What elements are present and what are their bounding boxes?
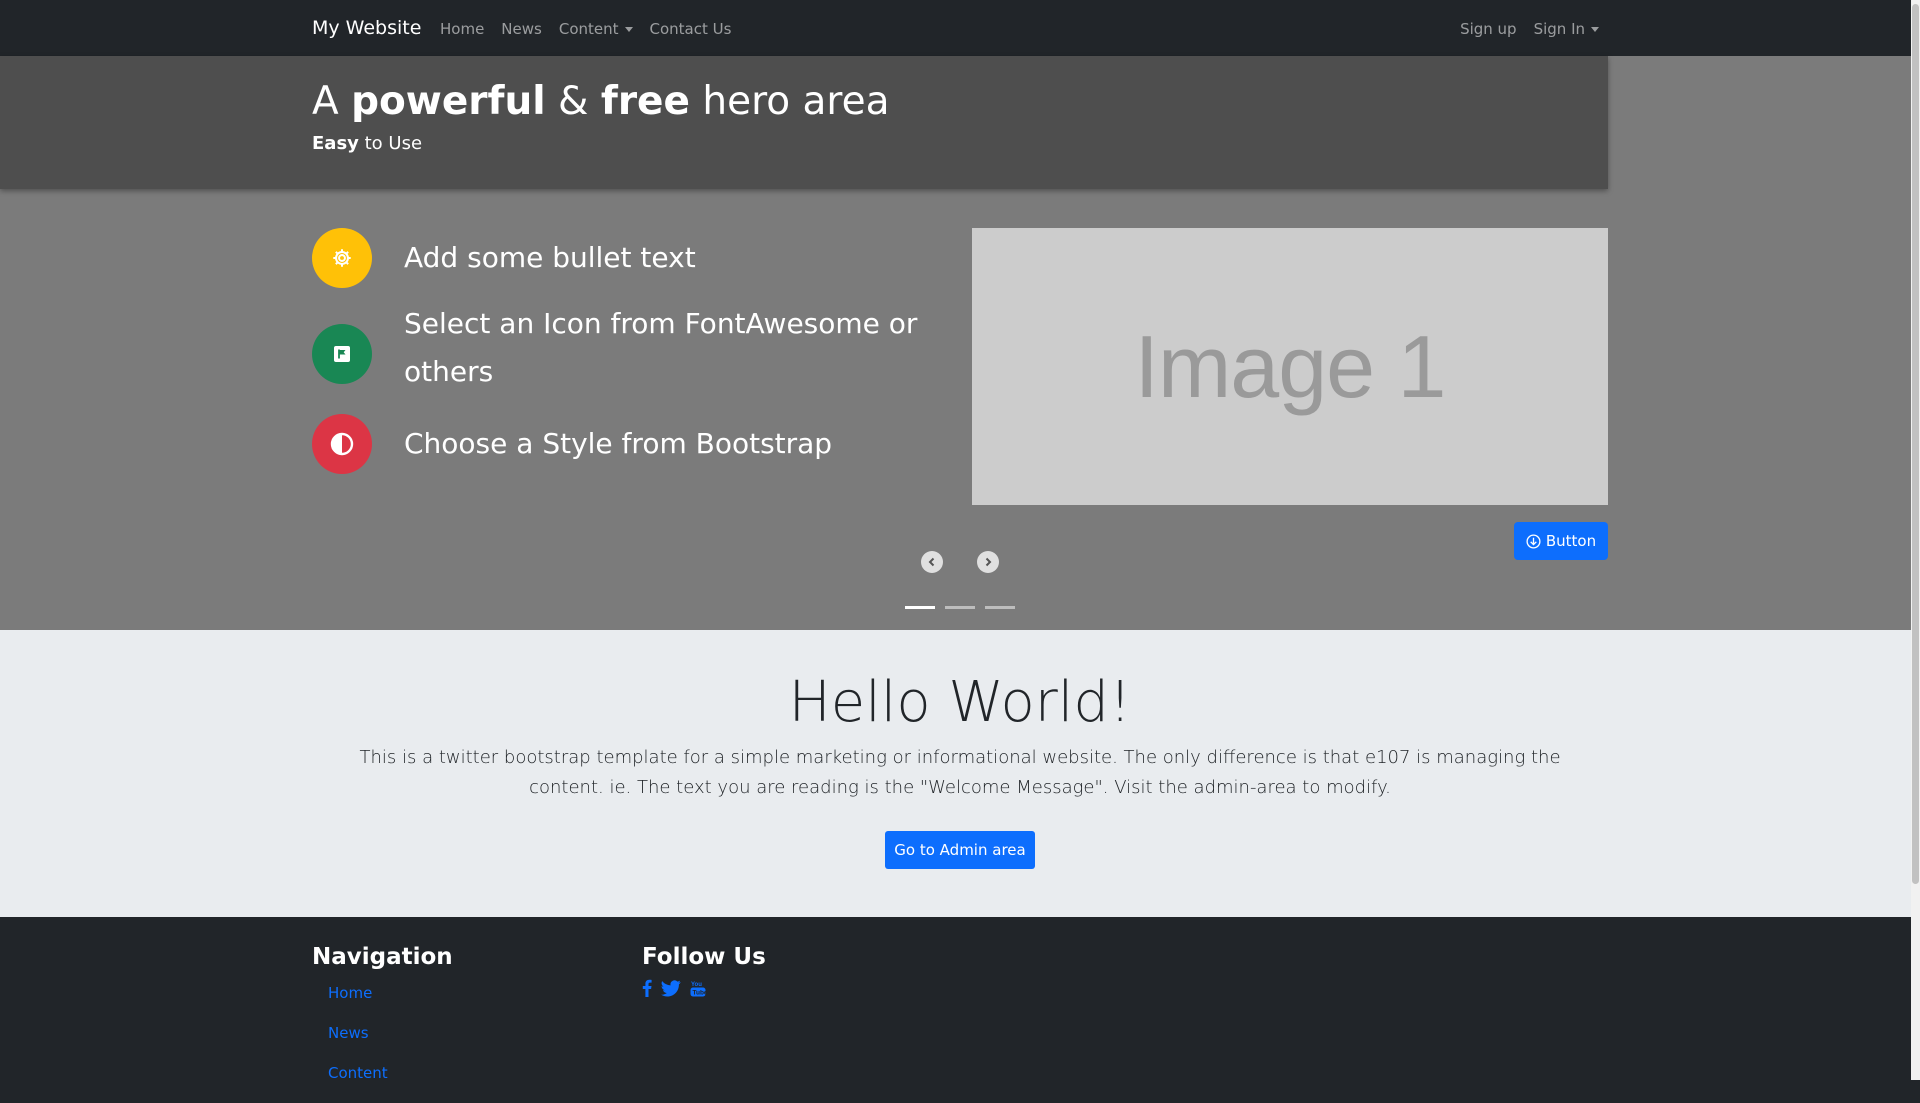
hero-title: A powerful & free hero area (312, 78, 890, 126)
download-circle-icon (1526, 533, 1541, 549)
carousel-indicator-2[interactable] (945, 606, 975, 609)
chevron-left-icon (928, 557, 935, 567)
caret-down-icon (1591, 26, 1599, 32)
bullet-item: Choose a Style from Bootstrap (312, 414, 932, 474)
carousel-slide-image: Image 1 (972, 228, 1608, 505)
nav-home[interactable]: Home (440, 18, 484, 40)
hero-subtitle: Easy to Use (312, 132, 422, 156)
hero-title-bold-powerful: powerful (351, 79, 546, 124)
chevron-right-icon (985, 557, 992, 567)
bullet-item: Select an Icon from FontAwesome or other… (312, 307, 932, 408)
go-to-admin-button[interactable]: Go to Admin area (885, 831, 1035, 869)
social-links: You Tube (642, 979, 766, 997)
facebook-icon[interactable] (642, 979, 652, 997)
welcome-heading: Hello World! (788, 670, 1132, 735)
footer-follow: Follow Us You Tube (642, 941, 766, 997)
footer-nav-heading: Navigation (312, 944, 453, 970)
footer: Navigation Home News Content Follow Us Y… (0, 917, 1911, 1082)
footer-navigation: Navigation Home News Content (312, 941, 453, 1103)
hero-title-prefix: A (312, 79, 339, 124)
carousel-indicators (905, 606, 1015, 609)
hero-title-bold-free: free (600, 79, 690, 124)
bullet-item: Add some bullet text (312, 228, 932, 288)
flag-icon (312, 324, 372, 384)
scrollbar-thumb[interactable] (1912, 4, 1919, 884)
footer-link-content[interactable]: Content (328, 1063, 453, 1083)
nav-sign-up[interactable]: Sign up (1460, 18, 1517, 40)
nav-sign-in-dropdown[interactable]: Sign In (1534, 18, 1599, 40)
hero-title-amp: & (558, 79, 589, 124)
footer-nav-links: Home News Content (312, 983, 453, 1083)
account-nav: Sign up Sign In (1460, 18, 1599, 40)
nav-content-dropdown[interactable]: Content (559, 18, 633, 40)
bullet-text: Add some bullet text (404, 241, 696, 274)
bullet-text: Choose a Style from Bootstrap (404, 427, 833, 460)
carousel-prev-button[interactable] (921, 551, 943, 573)
svg-text:You: You (691, 982, 702, 988)
footer-link-news[interactable]: News (328, 1023, 453, 1043)
svg-text:Tube: Tube (693, 989, 707, 996)
footer-link-home[interactable]: Home (328, 983, 453, 1003)
youtube-icon[interactable]: You Tube (690, 980, 706, 997)
page-scrollbar[interactable] (1911, 0, 1920, 1080)
carousel-indicator-1[interactable] (905, 606, 935, 609)
image-placeholder-label: Image 1 (1134, 316, 1447, 416)
hero-title-suffix: hero area (702, 79, 890, 124)
carousel-next-button[interactable] (977, 551, 999, 573)
hero-sub-rest: to Use (364, 133, 423, 154)
hero-header: A powerful & free hero area Easy to Use (0, 56, 1608, 189)
welcome-text: This is a twitter bootstrap template for… (359, 747, 1561, 798)
nav-sign-in-label: Sign In (1533, 20, 1585, 38)
bullet-text: Select an Icon from FontAwesome or other… (404, 307, 918, 388)
nav-contact-us[interactable]: Contact Us (650, 18, 732, 40)
nav-news[interactable]: News (501, 18, 542, 40)
caret-down-icon (624, 26, 633, 32)
main-nav: Home News Content Contact Us (440, 18, 731, 40)
carousel-indicator-3[interactable] (985, 606, 1015, 609)
hero-button[interactable]: Button (1514, 522, 1608, 560)
hero-button-label: Button (1545, 532, 1597, 550)
top-navbar: My Website Home News Content Contact Us … (0, 0, 1911, 56)
welcome-section: Hello World! This is a twitter bootstrap… (0, 630, 1911, 917)
gear-icon (312, 228, 372, 288)
adjust-icon (312, 414, 372, 474)
footer-follow-heading: Follow Us (642, 944, 766, 970)
twitter-icon[interactable] (661, 979, 681, 997)
hero-sub-bold: Easy (312, 133, 359, 154)
brand-link[interactable]: My Website (312, 16, 421, 40)
nav-content-label: Content (558, 20, 619, 38)
